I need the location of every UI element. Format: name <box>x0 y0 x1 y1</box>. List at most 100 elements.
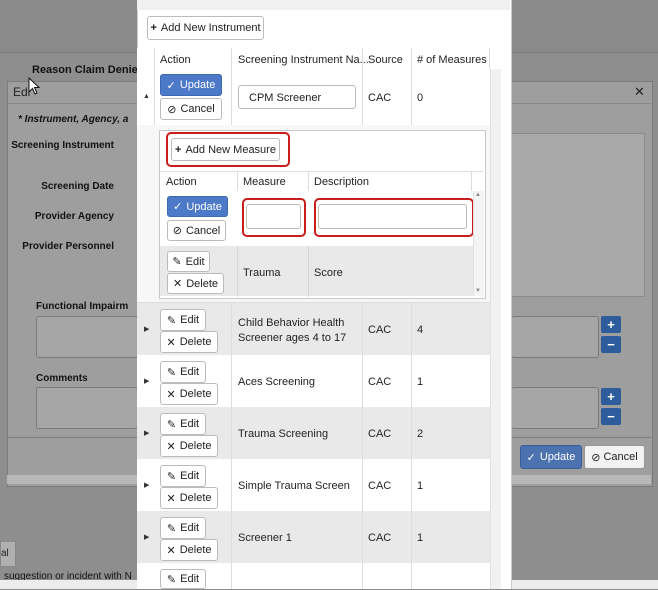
instrument-name-line2: Screener ages 4 to 17 <box>238 332 347 344</box>
highlight-add-measure <box>166 132 290 167</box>
ban-icon: ⊘ <box>591 451 601 464</box>
plus-icon: + <box>607 389 615 404</box>
measures-column-measure[interactable]: Measure <box>243 176 286 188</box>
instrument-name-input[interactable]: CPM Screener <box>238 85 356 109</box>
measures-column-description[interactable]: Description <box>314 176 369 188</box>
instrument-name: Trauma Screening <box>238 428 329 440</box>
highlight-description-input <box>314 198 474 237</box>
measure-delete-button[interactable]: ✕ Delete <box>167 273 224 294</box>
measures-scrollbar[interactable] <box>473 191 484 296</box>
check-icon: ✓ <box>526 451 536 464</box>
caret-down-icon[interactable]: ▲ <box>143 93 150 100</box>
instrument-measures-count: 2 <box>417 428 424 440</box>
remove-impairment-button[interactable]: − <box>601 336 621 353</box>
times-icon: ✕ <box>166 388 176 401</box>
instrument-source: CAC <box>368 92 392 104</box>
instrument-source: CAC <box>368 480 392 492</box>
add-new-instrument-button[interactable]: + Add New Instrument <box>147 16 264 40</box>
minus-icon: − <box>607 409 615 424</box>
measure-name: Trauma <box>243 267 281 279</box>
required-note: * Instrument, Agency, a <box>18 114 129 125</box>
add-comment-button[interactable]: + <box>601 388 621 405</box>
edit-button[interactable]: ✎ Edit <box>160 517 206 539</box>
instrument-source: CAC <box>368 324 392 336</box>
measure-cancel-button[interactable]: ⊘ Cancel <box>167 220 226 241</box>
remove-comment-button[interactable]: − <box>601 408 621 425</box>
edit-button[interactable]: ✎ Edit <box>160 361 206 383</box>
instrument-name: Aces Screening <box>238 376 316 388</box>
delete-button[interactable]: ✕ Delete <box>160 487 218 509</box>
pencil-icon: ✎ <box>166 366 177 379</box>
column-source[interactable]: Source <box>368 54 403 66</box>
times-icon: ✕ <box>166 440 176 453</box>
functional-impairment-textarea-right[interactable] <box>511 316 599 358</box>
pencil-icon: ✎ <box>166 573 177 586</box>
caret-right-icon[interactable]: ▶ <box>144 377 149 385</box>
pencil-icon: ✎ <box>172 256 182 268</box>
edit-button[interactable]: ✎ Edit <box>160 309 206 331</box>
highlight-measure-input <box>242 198 306 237</box>
times-icon: ✕ <box>166 544 176 557</box>
plus-icon: + <box>607 317 615 332</box>
comments-textarea[interactable] <box>36 387 138 429</box>
instrument-scrollbar[interactable] <box>490 69 501 589</box>
column-instrument-name[interactable]: Screening Instrument Na... <box>238 54 369 66</box>
add-impairment-button[interactable]: + <box>601 316 621 333</box>
instrument-source: CAC <box>368 532 392 544</box>
instrument-measures-count: 0 <box>417 92 424 104</box>
comments-textarea-right[interactable] <box>511 387 599 429</box>
instrument-name: Screener 1 <box>238 532 292 544</box>
background-list-box <box>511 133 645 297</box>
measures-column-action[interactable]: Action <box>166 176 197 188</box>
check-icon: ✓ <box>173 201 183 213</box>
measure-update-button[interactable]: ✓ Update <box>167 196 228 217</box>
instrument-measures-count: 1 <box>417 532 424 544</box>
delete-button[interactable]: ✕ Delete <box>160 435 218 457</box>
pencil-icon: ✎ <box>166 522 177 535</box>
instrument-measures-count: 1 <box>417 376 424 388</box>
instrument-name: Simple Trauma Screen <box>238 480 350 492</box>
column-action[interactable]: Action <box>160 54 191 66</box>
delete-button[interactable]: ✕ Delete <box>160 331 218 353</box>
update-button[interactable]: ✓ Update <box>520 445 582 469</box>
edit-button[interactable]: ✎ Edit <box>160 465 206 487</box>
pencil-icon: ✎ <box>166 418 177 431</box>
label-provider-personnel: Provider Personnel <box>22 241 114 252</box>
instrument-name: Child Behavior Health <box>238 317 345 329</box>
pencil-icon: ✎ <box>166 470 177 483</box>
column-measures[interactable]: # of Measures <box>417 54 487 66</box>
instrument-measures-count: 4 <box>417 324 424 336</box>
reason-claim-label: Reason Claim Denie <box>32 64 138 76</box>
measure-description: Score <box>314 267 343 279</box>
ban-icon: ⊘ <box>172 225 182 237</box>
pencil-icon: ✎ <box>166 314 177 327</box>
instrument-update-button[interactable]: ✓ Update <box>160 74 222 96</box>
caret-right-icon[interactable]: ▶ <box>144 429 149 437</box>
delete-button[interactable]: ✕ Delete <box>160 539 218 561</box>
bottom-left-button[interactable]: al <box>0 541 16 567</box>
edit-button[interactable]: ✎ Edit <box>160 569 206 589</box>
measure-edit-button[interactable]: ✎ Edit <box>167 251 210 272</box>
modal-top-strip <box>137 0 510 10</box>
label-comments: Comments <box>36 373 88 384</box>
cancel-button[interactable]: ⊘ Cancel <box>584 445 645 469</box>
scroll-up-icon[interactable]: ▲ <box>475 192 481 198</box>
plus-icon: + <box>150 22 157 34</box>
caret-right-icon[interactable]: ▶ <box>144 325 149 333</box>
caret-right-icon[interactable]: ▶ <box>144 481 149 489</box>
label-screening-date: Screening Date <box>41 181 114 192</box>
ban-icon: ⊘ <box>167 103 177 116</box>
scroll-down-icon[interactable]: ▼ <box>475 288 481 294</box>
instrument-cancel-button[interactable]: ⊘ Cancel <box>160 98 222 120</box>
caret-right-icon[interactable]: ▶ <box>144 533 149 541</box>
times-icon: ✕ <box>166 492 176 505</box>
instrument-source: CAC <box>368 428 392 440</box>
times-icon: ✕ <box>172 278 183 290</box>
instrument-measures-count: 1 <box>417 480 424 492</box>
edit-button[interactable]: ✎ Edit <box>160 413 206 435</box>
times-icon: ✕ <box>166 336 176 349</box>
delete-button[interactable]: ✕ Delete <box>160 383 218 405</box>
functional-impairment-textarea[interactable] <box>36 316 138 358</box>
close-icon[interactable]: ✕ <box>634 84 645 100</box>
instrument-source: CAC <box>368 376 392 388</box>
